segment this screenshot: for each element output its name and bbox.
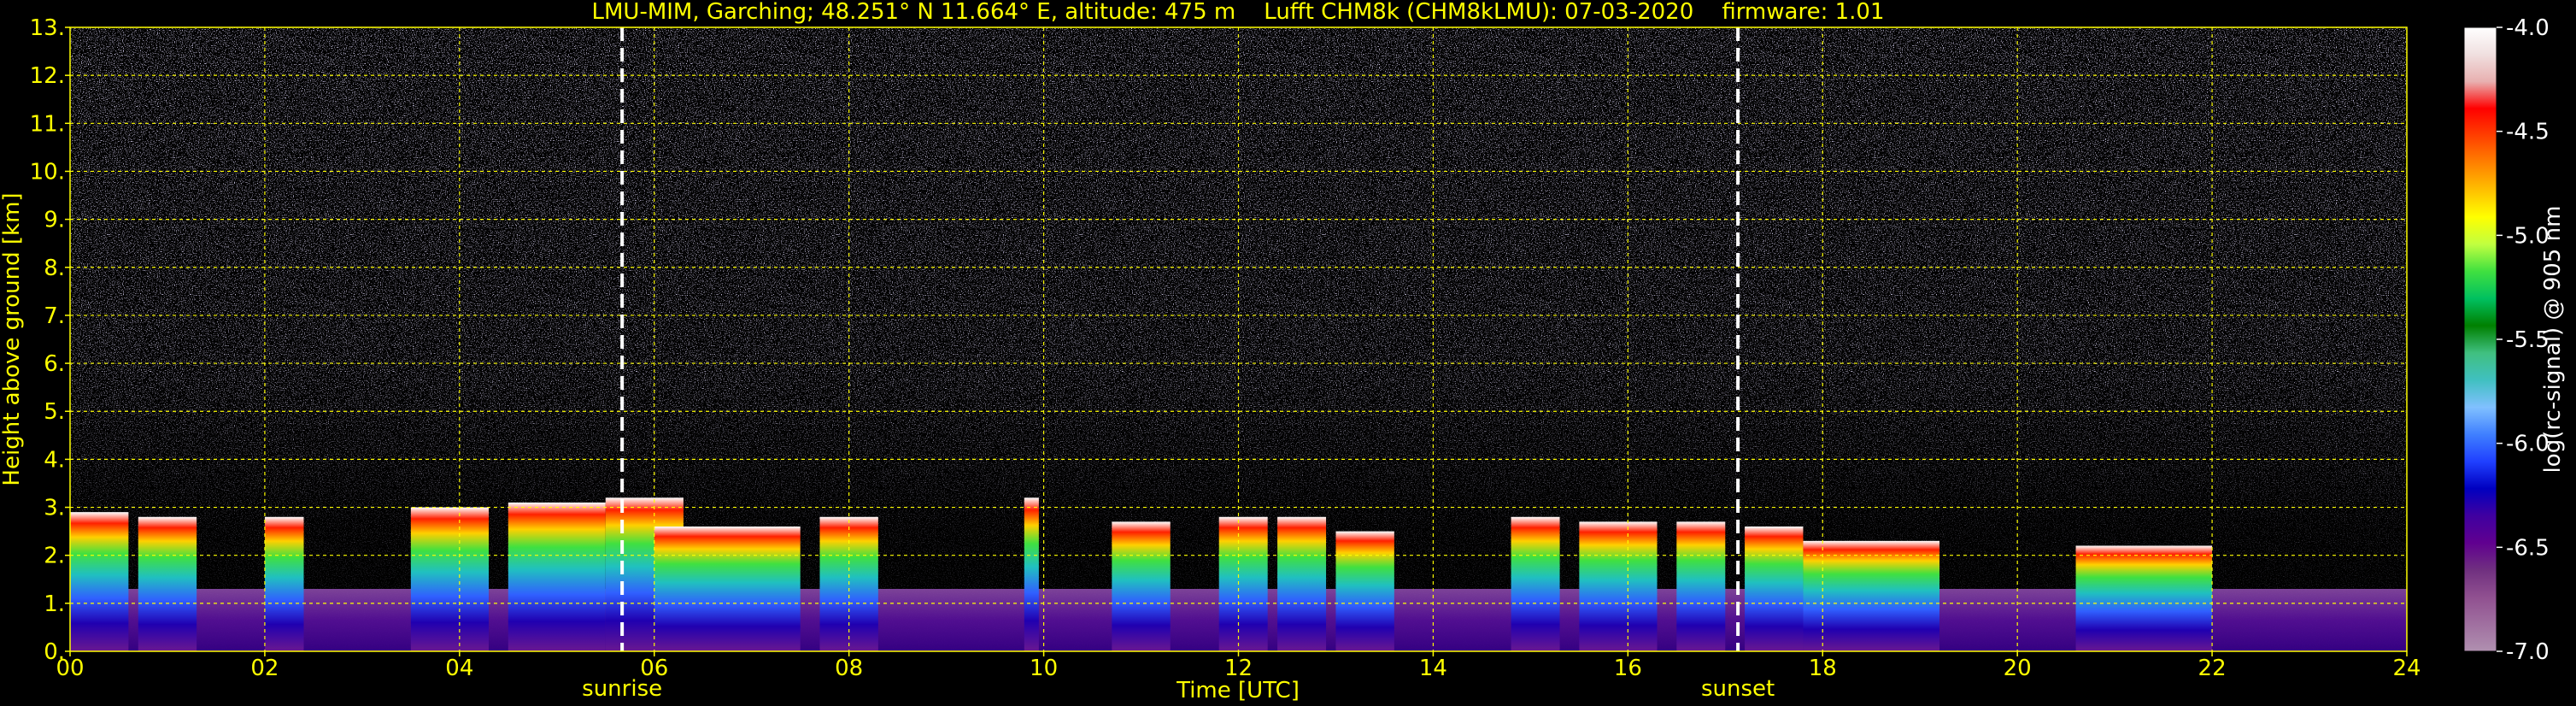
y-tick-label: 7. [44,303,65,329]
cloud-region [508,502,606,651]
y-tick-label: 0. [44,639,65,665]
cloud-region [1745,527,1804,651]
y-tick-label: 1. [44,591,65,617]
colorbar-bar [2463,26,2497,652]
y-tick-label: 11. [30,111,65,137]
cloud-region [1579,521,1658,651]
x-tick-label: 08 [835,656,863,681]
x-tick-label: 16 [1614,656,1642,681]
y-tick-label: 9. [44,208,65,233]
y-tick-label: 12. [30,63,65,89]
x-axis-ticks: 00 02 04 06 08 10 12 14 16 18 20 22 24 [56,651,2421,681]
x-tick-label: 06 [640,656,668,681]
colorbar-tick-label: -6.5 [2506,535,2550,561]
plot-area: sunrise sunset [69,26,2408,702]
x-tick-label: 14 [1419,656,1447,681]
cloud-region [410,507,490,651]
cloud-region [1218,516,1268,651]
sunset-label: sunset [1701,676,1775,702]
cloud-region [70,512,129,651]
colorbar-label: log(rc-signal) @ 905 nm [2540,206,2566,474]
cloud-region [1277,516,1327,651]
x-tick-label: 24 [2392,656,2421,681]
chart-title: LMU-MIM, Garching; 48.251° N 11.664° E, … [592,0,1885,25]
colorbar-tick-label: -4.0 [2506,15,2550,41]
cloud-region [654,527,801,651]
y-axis-ticks: 0. 1. 2. 3. 4. 5. 6. 7. 8. 9. 10. 11. 12. 13. [30,15,70,665]
colorbar: -4.0-4.5-5.0-5.5-6.0-6.5-7.0 log(rc-sign… [2463,15,2566,665]
cloud-region [1803,540,1939,651]
y-tick-label: 4. [44,447,65,473]
y-tick-label: 8. [44,256,65,281]
y-axis-label: Height above ground [km] [0,192,25,485]
colorbar-tick-label: -4.5 [2506,120,2550,145]
x-tick-label: 20 [2004,656,2032,681]
y-tick-label: 6. [44,351,65,377]
cloud-region [1511,516,1560,651]
cloud-region [1335,531,1394,651]
y-tick-label: 5. [44,399,65,425]
cloud-region [1676,521,1726,651]
x-tick-label: 18 [1809,656,1837,681]
cloud-region [1024,497,1039,651]
x-tick-label: 02 [250,656,279,681]
y-tick-label: 3. [44,496,65,521]
y-tick-label: 13. [30,15,65,41]
cloud-region [2075,545,2213,651]
x-axis-label: Time [UTC] [1176,678,1300,703]
x-tick-label: 04 [445,656,473,681]
x-tick-label: 10 [1030,656,1058,681]
ceilometer-chart: sunrise sunset 00 02 04 06 08 10 12 14 16 18 20 22 24… [0,0,2566,703]
cloud-region [264,516,304,651]
y-tick-label: 10. [30,159,65,185]
colorbar-tick-label: -7.0 [2506,639,2550,665]
cloud-region [138,516,197,651]
cloud-region [1112,521,1171,651]
x-tick-label: 22 [2198,656,2227,681]
y-tick-label: 2. [44,544,65,569]
